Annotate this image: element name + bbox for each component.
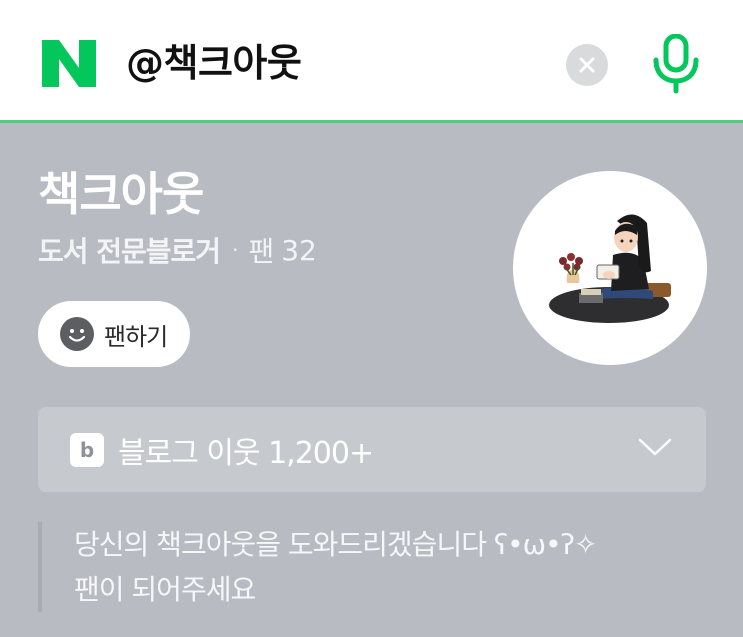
neighbors-label: 블로그 이웃 1,200+ [118,435,374,471]
intro-line-2: 팬이 되어주세요 [74,573,256,606]
fans-label: 팬 [248,235,274,268]
fan-button-label: 팬하기 [104,322,168,351]
microphone-icon[interactable] [648,34,704,94]
blog-neighbors-toggle[interactable]: b 블로그 이웃 1,200+ [38,407,706,492]
blog-intro: 당신의 책크아웃을 도와드리겠습니다 ʕ•ω•ʔ✧ 팬이 되어주세요 [38,522,718,612]
fan-button[interactable]: 팬하기 [38,301,190,367]
profile-illustration [549,214,671,323]
blog-title[interactable]: 책크아웃 [38,164,204,224]
fans-count: 32 [281,233,317,267]
search-query[interactable]: @책크아웃 [126,36,302,90]
intro-line-1: 당신의 책크아웃을 도와드리겠습니다 ʕ•ω•ʔ✧ [74,528,597,561]
smile-icon [60,317,94,351]
close-icon [579,57,595,73]
meta-separator: · [232,238,239,262]
avatar[interactable] [513,171,707,365]
search-bar: @책크아웃 [0,0,743,123]
blog-category: 도서 전문블로거 [38,235,221,268]
blog-meta: 도서 전문블로거 · 팬 32 [38,230,317,270]
chevron-down-icon [638,438,672,456]
blog-b-icon: b [70,432,104,467]
naver-logo-icon[interactable] [42,40,96,87]
clear-search-button[interactable] [566,44,608,86]
